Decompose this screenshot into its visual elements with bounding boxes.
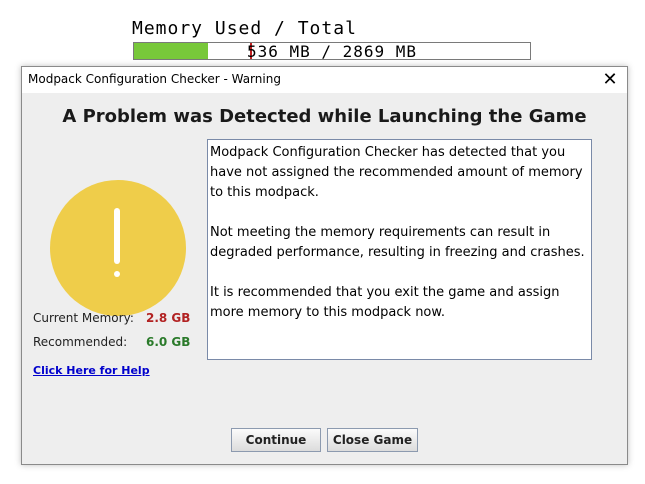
exclamation-dot	[114, 271, 120, 277]
dialog-titlebar[interactable]: Modpack Configuration Checker - Warning …	[22, 67, 627, 93]
message-paragraph: Modpack Configuration Checker has detect…	[210, 145, 583, 200]
current-memory-value: 2.8 GB	[146, 311, 191, 325]
dialog-title: Modpack Configuration Checker - Warning	[28, 72, 281, 86]
continue-button[interactable]: Continue	[231, 428, 321, 452]
message-paragraph: It is recommended that you exit the game…	[210, 285, 560, 320]
memory-usage-text: 536 MB / 2869 MB	[246, 42, 418, 61]
message-paragraph: Not meeting the memory requirements can …	[210, 225, 585, 260]
memory-title: Memory Used / Total	[132, 18, 357, 39]
current-memory-row: Current Memory: 2.8 GB	[33, 311, 190, 325]
close-button[interactable]: ✕	[599, 69, 621, 91]
exclamation-bar	[114, 208, 120, 264]
close-icon: ✕	[602, 69, 618, 90]
help-link[interactable]: Click Here for Help	[33, 364, 150, 377]
close-game-button[interactable]: Close Game	[327, 428, 418, 452]
warning-dialog: Modpack Configuration Checker - Warning …	[21, 66, 628, 465]
current-memory-label: Current Memory:	[33, 311, 134, 325]
memory-usage-bar: 536 MB / 2869 MB	[133, 42, 531, 61]
warning-exclamation-icon	[50, 180, 186, 316]
recommended-memory-value: 6.0 GB	[146, 335, 191, 349]
recommended-memory-row: Recommended: 6.0 GB	[33, 335, 190, 349]
recommended-memory-label: Recommended:	[33, 335, 128, 349]
message-text-area[interactable]: Modpack Configuration Checker has detect…	[207, 139, 592, 360]
dialog-heading: A Problem was Detected while Launching t…	[62, 106, 587, 127]
